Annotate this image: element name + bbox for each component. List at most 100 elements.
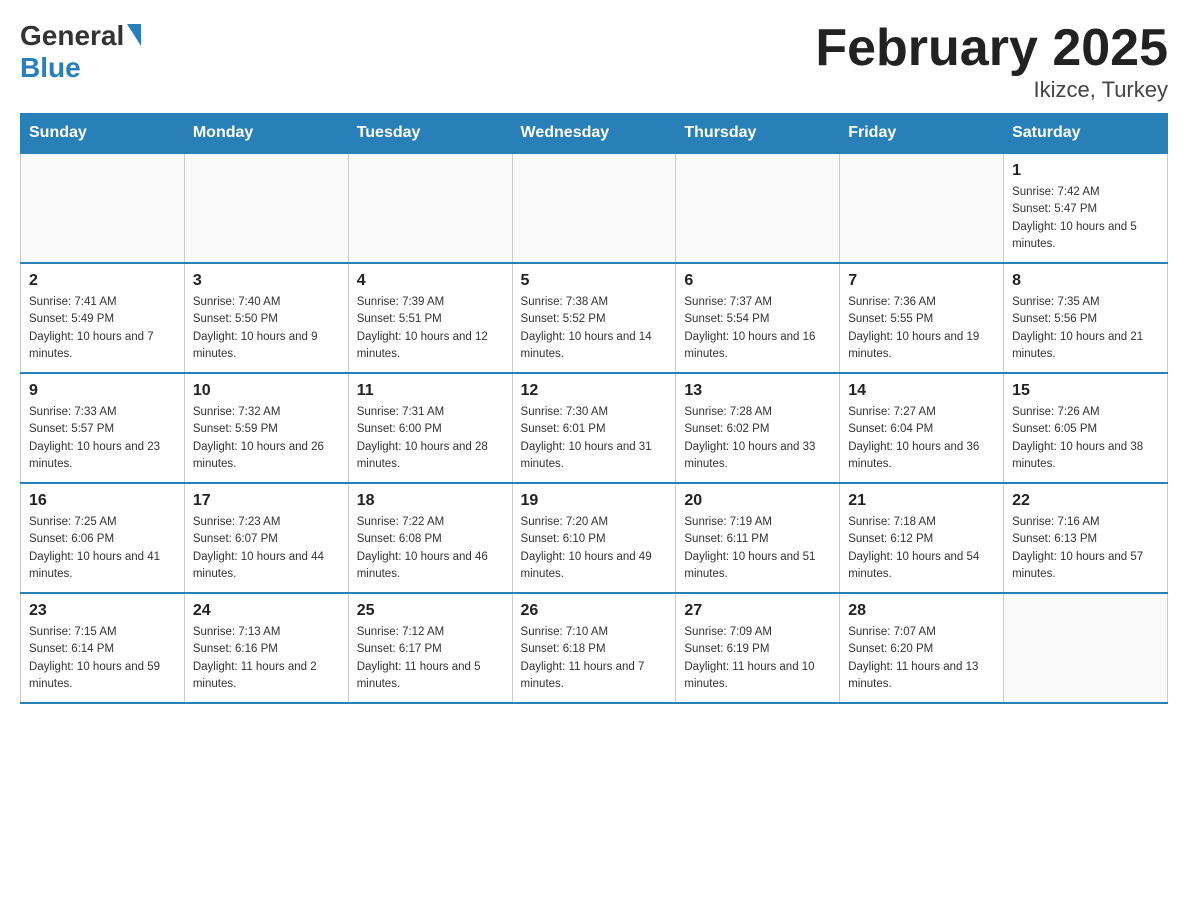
day-number: 23 [29,602,176,620]
month-title: February 2025 [815,20,1168,77]
day-number: 7 [848,272,995,290]
weekday-header-thursday: Thursday [676,114,840,154]
day-info: Sunrise: 7:23 AMSunset: 6:07 PMDaylight:… [193,514,340,583]
day-number: 1 [1012,162,1159,180]
day-number: 13 [684,382,831,400]
day-number: 18 [357,492,504,510]
calendar-cell: 2 Sunrise: 7:41 AMSunset: 5:49 PMDaylight… [21,263,185,373]
day-number: 9 [29,382,176,400]
day-info: Sunrise: 7:30 AMSunset: 6:01 PMDaylight:… [521,404,668,473]
calendar-cell: 28 Sunrise: 7:07 AMSunset: 6:20 PMDayligh… [840,593,1004,703]
day-info: Sunrise: 7:36 AMSunset: 5:55 PMDaylight:… [848,294,995,363]
day-info: Sunrise: 7:15 AMSunset: 6:14 PMDaylight:… [29,624,176,693]
day-number: 20 [684,492,831,510]
day-info: Sunrise: 7:10 AMSunset: 6:18 PMDaylight:… [521,624,668,693]
weekday-header-saturday: Saturday [1004,114,1168,154]
calendar-cell: 12 Sunrise: 7:30 AMSunset: 6:01 PMDayligh… [512,373,676,483]
day-info: Sunrise: 7:20 AMSunset: 6:10 PMDaylight:… [521,514,668,583]
calendar-week-row: 9 Sunrise: 7:33 AMSunset: 5:57 PMDaylight… [21,373,1168,483]
calendar-cell: 17 Sunrise: 7:23 AMSunset: 6:07 PMDayligh… [184,483,348,593]
logo-general-text: General [20,20,124,52]
day-info: Sunrise: 7:39 AMSunset: 5:51 PMDaylight:… [357,294,504,363]
calendar-week-row: 16 Sunrise: 7:25 AMSunset: 6:06 PMDayligh… [21,483,1168,593]
calendar-cell: 25 Sunrise: 7:12 AMSunset: 6:17 PMDayligh… [348,593,512,703]
logo-arrow-icon [127,24,141,46]
calendar-header-row: SundayMondayTuesdayWednesdayThursdayFrid… [21,114,1168,154]
calendar-cell: 19Sunrise: 7:20 AMSunset: 6:10 PMDayligh… [512,483,676,593]
calendar-cell: 9 Sunrise: 7:33 AMSunset: 5:57 PMDaylight… [21,373,185,483]
day-info: Sunrise: 7:07 AMSunset: 6:20 PMDaylight:… [848,624,995,693]
day-info: Sunrise: 7:32 AMSunset: 5:59 PMDaylight:… [193,404,340,473]
calendar-cell: 16 Sunrise: 7:25 AMSunset: 6:06 PMDayligh… [21,483,185,593]
calendar-cell: 6Sunrise: 7:37 AMSunset: 5:54 PMDaylight… [676,263,840,373]
day-number: 25 [357,602,504,620]
day-number: 28 [848,602,995,620]
day-info: Sunrise: 7:12 AMSunset: 6:17 PMDaylight:… [357,624,504,693]
calendar-cell: 7 Sunrise: 7:36 AMSunset: 5:55 PMDaylight… [840,263,1004,373]
calendar-cell: 5 Sunrise: 7:38 AMSunset: 5:52 PMDaylight… [512,263,676,373]
calendar-cell [1004,593,1168,703]
weekday-header-wednesday: Wednesday [512,114,676,154]
logo-blue-text: Blue [20,52,81,84]
calendar-cell: 27Sunrise: 7:09 AMSunset: 6:19 PMDayligh… [676,593,840,703]
day-info: Sunrise: 7:26 AMSunset: 6:05 PMDaylight:… [1012,404,1159,473]
day-info: Sunrise: 7:27 AMSunset: 6:04 PMDaylight:… [848,404,995,473]
day-info: Sunrise: 7:33 AMSunset: 5:57 PMDaylight:… [29,404,176,473]
calendar-cell: 10Sunrise: 7:32 AMSunset: 5:59 PMDayligh… [184,373,348,483]
calendar-cell: 14 Sunrise: 7:27 AMSunset: 6:04 PMDayligh… [840,373,1004,483]
calendar-week-row: 2 Sunrise: 7:41 AMSunset: 5:49 PMDaylight… [21,263,1168,373]
day-number: 24 [193,602,340,620]
day-number: 22 [1012,492,1159,510]
day-number: 5 [521,272,668,290]
day-number: 11 [357,382,504,400]
calendar-week-row: 23 Sunrise: 7:15 AMSunset: 6:14 PMDayligh… [21,593,1168,703]
calendar-cell [21,153,185,263]
page-header: General Blue February 2025 Ikizce, Turke… [20,20,1168,103]
day-info: Sunrise: 7:35 AMSunset: 5:56 PMDaylight:… [1012,294,1159,363]
logo: General Blue [20,20,141,84]
calendar-cell: 26 Sunrise: 7:10 AMSunset: 6:18 PMDayligh… [512,593,676,703]
calendar-cell: 24 Sunrise: 7:13 AMSunset: 6:16 PMDayligh… [184,593,348,703]
day-info: Sunrise: 7:16 AMSunset: 6:13 PMDaylight:… [1012,514,1159,583]
day-info: Sunrise: 7:40 AMSunset: 5:50 PMDaylight:… [193,294,340,363]
day-number: 17 [193,492,340,510]
day-info: Sunrise: 7:31 AMSunset: 6:00 PMDaylight:… [357,404,504,473]
day-info: Sunrise: 7:41 AMSunset: 5:49 PMDaylight:… [29,294,176,363]
weekday-header-sunday: Sunday [21,114,185,154]
weekday-header-monday: Monday [184,114,348,154]
day-info: Sunrise: 7:09 AMSunset: 6:19 PMDaylight:… [684,624,831,693]
day-info: Sunrise: 7:18 AMSunset: 6:12 PMDaylight:… [848,514,995,583]
calendar-table: SundayMondayTuesdayWednesdayThursdayFrid… [20,113,1168,704]
calendar-cell: 22 Sunrise: 7:16 AMSunset: 6:13 PMDayligh… [1004,483,1168,593]
day-info: Sunrise: 7:13 AMSunset: 6:16 PMDaylight:… [193,624,340,693]
calendar-cell: 4Sunrise: 7:39 AMSunset: 5:51 PMDaylight… [348,263,512,373]
calendar-cell: 21Sunrise: 7:18 AMSunset: 6:12 PMDayligh… [840,483,1004,593]
day-number: 14 [848,382,995,400]
day-number: 16 [29,492,176,510]
day-info: Sunrise: 7:38 AMSunset: 5:52 PMDaylight:… [521,294,668,363]
day-info: Sunrise: 7:22 AMSunset: 6:08 PMDaylight:… [357,514,504,583]
weekday-header-tuesday: Tuesday [348,114,512,154]
day-info: Sunrise: 7:19 AMSunset: 6:11 PMDaylight:… [684,514,831,583]
weekday-header-friday: Friday [840,114,1004,154]
calendar-cell: 20 Sunrise: 7:19 AMSunset: 6:11 PMDayligh… [676,483,840,593]
title-block: February 2025 Ikizce, Turkey [815,20,1168,103]
day-number: 6 [684,272,831,290]
day-info: Sunrise: 7:42 AMSunset: 5:47 PMDaylight:… [1012,184,1159,253]
day-number: 15 [1012,382,1159,400]
day-number: 2 [29,272,176,290]
calendar-cell [184,153,348,263]
day-number: 26 [521,602,668,620]
calendar-cell: 3Sunrise: 7:40 AMSunset: 5:50 PMDaylight… [184,263,348,373]
day-number: 8 [1012,272,1159,290]
day-info: Sunrise: 7:25 AMSunset: 6:06 PMDaylight:… [29,514,176,583]
calendar-cell [348,153,512,263]
calendar-cell [840,153,1004,263]
calendar-cell: 1 Sunrise: 7:42 AMSunset: 5:47 PMDaylight… [1004,153,1168,263]
calendar-week-row: 1 Sunrise: 7:42 AMSunset: 5:47 PMDaylight… [21,153,1168,263]
calendar-cell [512,153,676,263]
day-number: 12 [521,382,668,400]
calendar-cell: 13Sunrise: 7:28 AMSunset: 6:02 PMDayligh… [676,373,840,483]
calendar-cell: 11 Sunrise: 7:31 AMSunset: 6:00 PMDayligh… [348,373,512,483]
location: Ikizce, Turkey [815,77,1168,103]
